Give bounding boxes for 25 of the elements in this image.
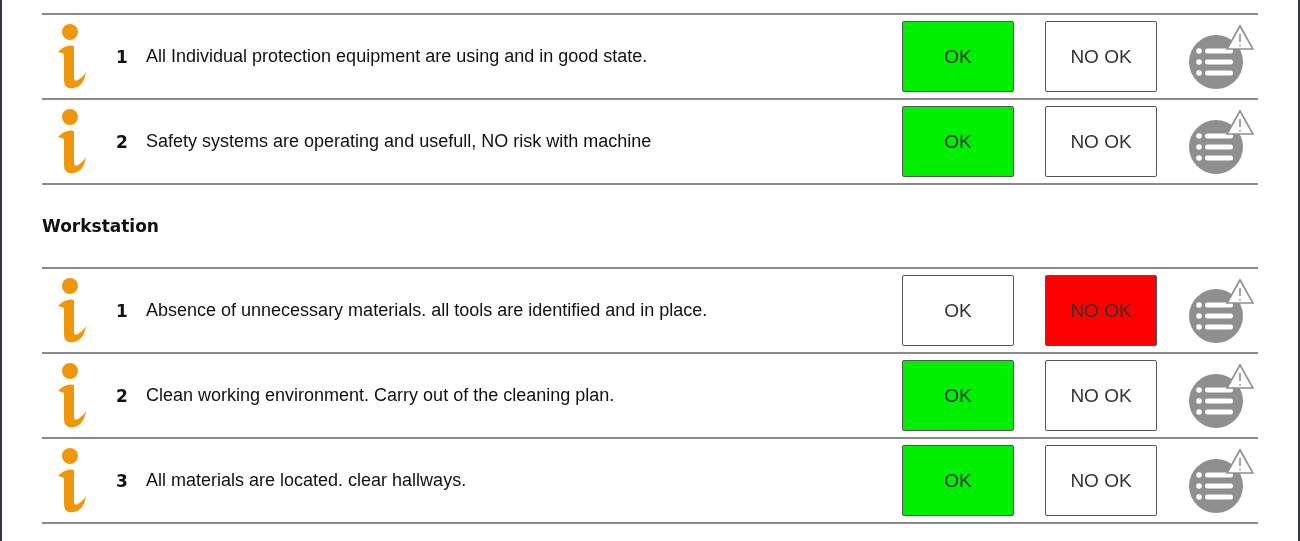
item-number: 1 <box>116 46 129 67</box>
checklist-item-text: Absence of unnecessary materials. all tools are identified and in place. <box>146 299 709 322</box>
list-warning-icon[interactable] <box>1188 277 1254 344</box>
ok-button[interactable]: OK <box>902 21 1014 92</box>
item-number: 2 <box>116 131 129 152</box>
checklist-item-text: All Individual protection equipment are using and in good state. <box>146 45 649 68</box>
checklist-item-text: All materials are located. clear hallways. <box>146 469 468 492</box>
ok-button[interactable]: OK <box>902 106 1014 177</box>
item-number: 2 <box>116 385 129 406</box>
item-number: 3 <box>116 470 129 491</box>
list-warning-icon[interactable] <box>1188 447 1254 514</box>
ok-button[interactable]: OK <box>902 275 1014 346</box>
checklist-item-text: Clean working environment. Carry out of the cleaning plan. <box>146 384 616 407</box>
not-ok-button[interactable]: NO OK <box>1045 21 1157 92</box>
ok-button[interactable]: OK <box>902 360 1014 431</box>
not-ok-button[interactable]: NO OK <box>1045 360 1157 431</box>
item-number: 1 <box>116 300 129 321</box>
section-title: Workstation <box>42 215 160 238</box>
list-warning-icon[interactable] <box>1188 23 1254 90</box>
not-ok-button[interactable]: NO OK <box>1045 106 1157 177</box>
list-warning-icon[interactable] <box>1188 108 1254 175</box>
list-warning-icon[interactable] <box>1188 362 1254 429</box>
checklist-item-text: Safety systems are operating and usefull, NO risk with machine <box>146 130 653 153</box>
not-ok-button[interactable]: NO OK <box>1045 445 1157 516</box>
ok-button[interactable]: OK <box>902 445 1014 516</box>
